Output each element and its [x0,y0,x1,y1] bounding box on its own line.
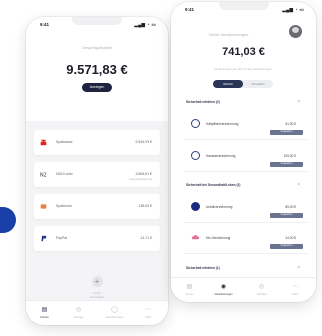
tab-label: Konten [40,316,49,319]
insurance-item[interactable]: Kfz-Versicherung 24,00 € Vergleichen [184,224,308,254]
account-amount: 5.549,93 € [135,140,152,144]
compare-button[interactable]: Vergleichen [270,213,303,218]
insurance-total-subtitle: Gesamtkosten pro Jahr für alle Versicher… [213,67,273,71]
tab-accounts[interactable]: ▤ Konten [177,283,202,296]
tab-contracts[interactable]: ◎ Verträge [249,283,274,296]
app-showcase: 9:41 ▂▄▆ ◔ ▭ Gesamtguthaben 9.571,83 € A… [0,0,322,336]
balance-label: Gesamtguthaben [81,45,113,50]
insurance-item[interactable]: Hausratversicherung 109,00 € Vergleichen [184,142,308,172]
account-row-sparkonto[interactable]: Sparkonto 138,63 € [34,194,160,219]
section-header: Sicherheit erhöhen (2) × [186,99,306,105]
decorative-blue-dot [0,207,16,233]
close-icon[interactable]: × [297,99,300,105]
status-icons: ▂▄▆ ◔ ▭ [282,7,304,12]
account-amount: 138,63 € [138,204,152,208]
accounts-icon: ▤ [41,307,48,313]
contracts-icon: ◎ [75,307,82,313]
tab-insurance[interactable]: ◯ Versicherungen [102,306,127,319]
balance-button[interactable]: Anzeigen [82,83,112,92]
insurance-item[interactable]: Haftpflichtversicherung 61,90 € Vergleic… [184,110,308,140]
tab-contracts[interactable]: ◎ Verträge [66,306,91,319]
close-icon[interactable]: × [297,265,300,271]
segment-yearly[interactable]: Jährlich [213,80,243,88]
phone-notch [72,17,122,25]
tab-label: Versicherungen [214,293,233,296]
compare-button[interactable]: Vergleichen [270,130,303,135]
account-row-n26[interactable]: N26 N26 Konto 3.869,61 € Letzte Aktualis… [34,162,160,187]
tab-label: Mehr [145,316,152,319]
insurance-value: 89,00 € [285,205,296,209]
insurance-icon: ◯ [111,307,118,313]
accident-icon [191,202,200,211]
tab-label: Konten [185,293,194,296]
insurance-header-label: Deine Versicherungen [209,32,249,37]
shield-icon [191,119,200,128]
insurance-icon: ◉ [220,284,227,290]
home-icon [191,151,200,160]
tab-more[interactable]: ⋯ Mehr [136,306,161,319]
bottom-tab-bar: ▤ Konten ◉ Versicherungen ◎ Verträge ⋯ M… [171,277,316,302]
plus-icon[interactable]: + [91,276,103,287]
avatar[interactable] [289,25,302,38]
tab-label: Verträge [73,316,84,319]
section-header: Sicherheit bei Gesundheit/Leben (2) × [186,182,306,188]
accounts-phone: 9:41 ▂▄▆ ◔ ▭ Gesamtguthaben 9.571,83 € A… [26,17,168,325]
insurance-item[interactable]: Unfallversicherung 89,00 € Vergleichen [184,193,308,223]
car-icon [191,235,200,240]
insurance-phone: 9:41 ▂▄▆ ◔ ▭ Deine Versicherungen 741,03… [171,2,316,302]
paypal-icon [41,235,47,242]
insurance-name: Kfz-Versicherung [206,236,231,240]
account-row-sparkasse[interactable]: Sparkasse 5.549,93 € [34,130,160,155]
account-name: PayPal [56,236,68,240]
insurance-name: Haftpflichtversicherung [206,122,239,126]
segment-monthly[interactable]: Monatlich [243,80,273,88]
status-icons: ▂▄▆ ◔ ▭ [134,22,156,27]
status-bar: 9:41 ▂▄▆ ◔ ▭ [171,2,316,16]
tab-insurance[interactable]: ◉ Versicherungen [211,283,236,296]
section-title: Sicherheit bei Gesundheit/Leben (2) [186,183,241,187]
insurance-value: 61,90 € [285,122,296,126]
tab-accounts[interactable]: ▤ Konten [32,306,57,319]
svg-text:N26: N26 [40,173,47,178]
section-title: Sicherheit erhöhen (1) [186,266,220,270]
account-name: N26 Konto [56,172,73,176]
add-account-label: Konto hinzufügen [89,291,105,299]
phone-notch [218,2,269,10]
period-toggle: Jährlich Monatlich [213,80,273,88]
section-header: Sicherheit erhöhen (1) × [186,265,306,271]
account-amount: 13,71 € [140,236,152,240]
account-name: Sparkasse [56,140,73,144]
insurance-total-amount: 741,03 € [222,46,265,58]
bottom-tab-bar: ▤ Konten ◎ Verträge ◯ Versicherungen ⋯ M… [26,300,168,325]
insurance-name: Unfallversicherung [206,205,233,209]
contracts-icon: ◎ [258,284,265,290]
tab-more[interactable]: ⋯ Mehr [283,283,308,296]
section-title: Sicherheit erhöhen (2) [186,100,220,104]
compare-button[interactable]: Vergleichen [270,162,303,167]
status-time: 9:41 [40,22,50,27]
accounts-icon: ▤ [186,284,193,290]
status-time: 9:41 [185,7,195,12]
insurance-value: 24,00 € [285,236,296,240]
close-icon[interactable]: × [297,182,300,188]
sparkasse-icon [40,139,47,146]
tab-label: Verträge [256,293,267,296]
add-account-button[interactable]: + Konto hinzufügen [86,276,108,299]
tab-label: Versicherungen [105,316,124,319]
account-name: Sparkonto [56,204,72,208]
balance-amount: 9.571,83 € [66,62,128,77]
account-row-paypal[interactable]: PayPal 13,71 € [34,226,160,251]
insurance-value: 109,00 € [283,154,296,158]
compare-button[interactable]: Vergleichen [270,244,303,249]
account-sub: Letzte Aktualisierung [128,178,152,181]
balance-card: 9:41 ▂▄▆ ◔ ▭ Gesamtguthaben 9.571,83 € A… [26,17,168,121]
more-icon: ⋯ [292,284,299,290]
account-amount: 3.869,61 € [135,172,152,176]
more-icon: ⋯ [145,307,152,313]
status-bar: 9:41 ▂▄▆ ◔ ▭ [26,17,168,31]
insurance-name: Hausratversicherung [206,154,236,158]
tab-label: Mehr [292,293,299,296]
n26-icon: N26 [40,173,47,178]
bank-icon [40,204,47,209]
